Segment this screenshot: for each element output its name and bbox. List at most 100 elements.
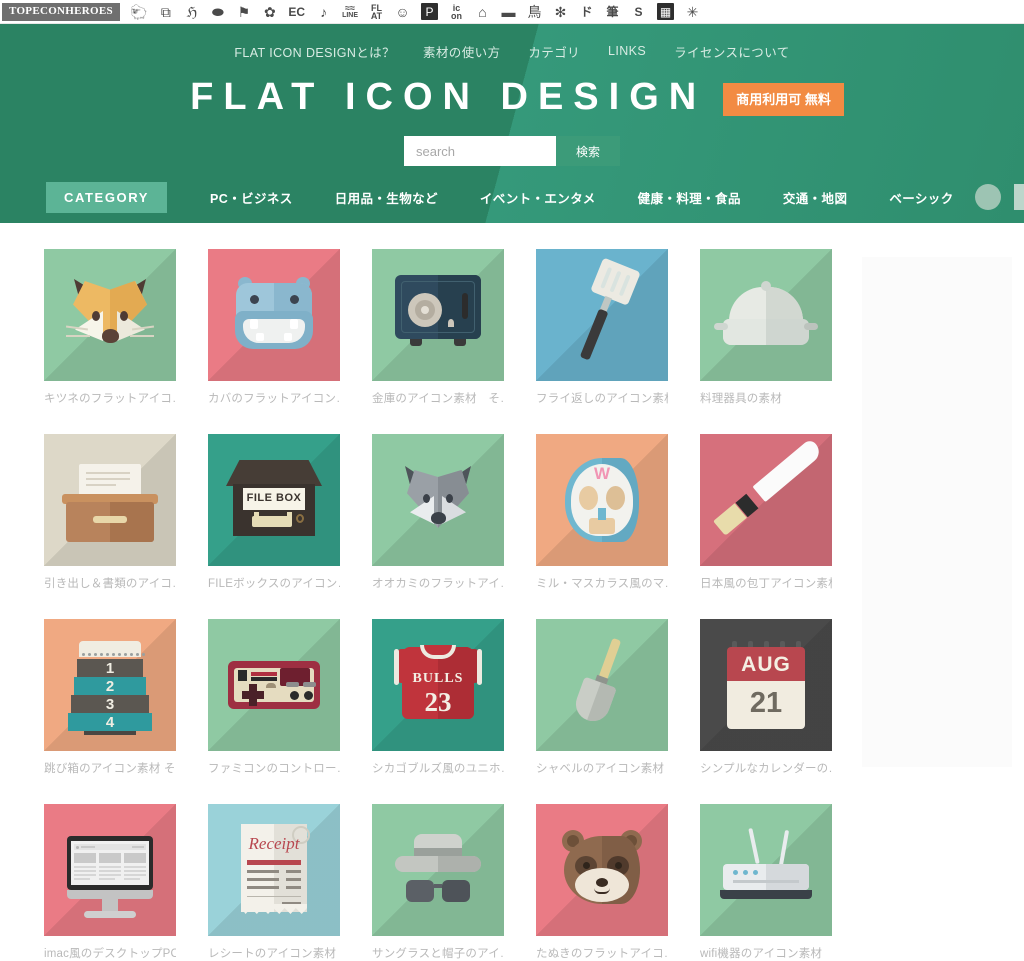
shovel-icon[interactable] <box>536 619 668 751</box>
category-item-transport-map[interactable]: 交通・地図 <box>783 188 848 207</box>
safe-icon[interactable] <box>372 249 504 381</box>
person-icon[interactable]: ℌ <box>184 2 199 21</box>
sparkle-icon[interactable]: ✳ <box>685 2 700 21</box>
circle-shape-filter[interactable] <box>974 184 1001 210</box>
ec-icon[interactable]: EC <box>288 2 305 21</box>
wifi-router-icon[interactable] <box>700 804 832 936</box>
cookware-icon[interactable] <box>700 249 832 381</box>
category-item-event[interactable]: イベント・エンタメ <box>480 188 596 207</box>
icon-caption: シンプルなカレンダーの… <box>700 763 832 775</box>
bird-icon[interactable]: 鳥 <box>527 2 542 21</box>
nav-item-license[interactable]: ライセンスについて <box>674 42 789 61</box>
icon-caption: 跳び箱のアイコン素材 そ… <box>44 763 176 775</box>
speech-bubble-icon[interactable]: ⬬ <box>210 2 225 21</box>
nav-item-links[interactable]: LINKS <box>608 44 646 58</box>
icon-card[interactable]: キツネのフラットアイコ… <box>44 249 176 406</box>
s-plus-icon[interactable]: S <box>631 2 646 21</box>
smiley-icon[interactable]: ☺ <box>395 2 410 21</box>
icon-caption: キツネのフラットアイコ… <box>44 393 176 405</box>
flat-icon[interactable]: FL AT <box>369 2 384 21</box>
icon-card[interactable]: カバのフラットアイコン… <box>208 249 340 406</box>
drawer-icon[interactable] <box>44 434 176 566</box>
hippo-icon[interactable] <box>208 249 340 381</box>
sidebar-placeholder <box>862 257 1012 767</box>
flower-icon[interactable]: ✿ <box>262 2 277 21</box>
flag-icon[interactable]: ⚑ <box>236 2 251 21</box>
icon-caption: imac風のデスクトップPC <box>44 948 176 960</box>
vaulting-box-icon[interactable]: 1 2 3 4 <box>44 619 176 751</box>
icon-card[interactable]: フライ返しのアイコン素材 <box>536 249 668 406</box>
icon-card[interactable]: 日本風の包丁アイコン素材 <box>700 434 832 591</box>
icon-grid: キツネのフラットアイコ… カバのフラットアイコン… 金庫のアイコン素材 そ… フ… <box>44 249 844 961</box>
icon-caption: レシートのアイコン素材 <box>208 948 337 960</box>
fox-icon[interactable] <box>44 249 176 381</box>
lucha-mask-icon[interactable]: W <box>536 434 668 566</box>
famicom-controller-icon[interactable] <box>208 619 340 751</box>
category-item-health-food[interactable]: 健康・料理・食品 <box>638 188 741 207</box>
file-box-icon[interactable]: FILE BOX <box>208 434 340 566</box>
icon-card[interactable]: シャベルのアイコン素材 <box>536 619 668 776</box>
icon-card[interactable]: BULLS 23 シカゴブルズ風のユニホ… <box>372 619 504 776</box>
icon-card[interactable]: W ミル・マスカラス風のマ… <box>536 434 668 591</box>
category-item-pc-business[interactable]: PC・ビジネス <box>210 188 293 207</box>
icon-caption: wifi機器のアイコン素材 <box>700 948 823 960</box>
music-note-icon[interactable]: ♪ <box>316 2 331 21</box>
imac-icon[interactable] <box>44 804 176 936</box>
nav-item-howto[interactable]: 素材の使い方 <box>423 42 500 61</box>
grid-icon[interactable]: ▦ <box>657 3 675 20</box>
icon-caption: ミル・マスカラス風のマ… <box>536 578 668 590</box>
sunglasses-hat-icon[interactable] <box>372 804 504 936</box>
icon-card[interactable]: 1 2 3 4 跳び箱のアイコン素材 そ… <box>44 619 176 776</box>
icon-card[interactable]: 料理器具の素材 <box>700 249 832 406</box>
icon-caption: 料理器具の素材 <box>700 393 782 405</box>
icon-card[interactable]: たぬきのフラットアイコ… <box>536 804 668 961</box>
knife-icon[interactable] <box>700 434 832 566</box>
icon-card[interactable]: サングラスと帽子のアイ… <box>372 804 504 961</box>
nav-item-category[interactable]: カテゴリ <box>528 42 580 61</box>
brush-icon[interactable]: 筆 <box>605 2 620 21</box>
category-item-daily-life[interactable]: 日用品・生物など <box>335 188 438 207</box>
icon-caption: 日本風の包丁アイコン素材 <box>700 578 832 590</box>
basketball-jersey-icon[interactable]: BULLS 23 <box>372 619 504 751</box>
icon-card[interactable]: wifi機器のアイコン素材 <box>700 804 832 961</box>
icon-card[interactable]: FILE BOX FILEボックスのアイコン… <box>208 434 340 591</box>
icon-caption: フライ返しのアイコン素材 <box>536 393 668 405</box>
topeconheroes-logo[interactable]: TOPECONHEROES <box>2 2 120 21</box>
category-pill: CATEGORY <box>46 181 168 213</box>
calendar-icon[interactable]: AUG 21 <box>700 619 832 751</box>
search-input[interactable] <box>403 136 556 166</box>
tanuki-icon[interactable] <box>536 804 668 936</box>
gear-flower-icon[interactable]: ✻ <box>553 2 568 21</box>
sheep-icon[interactable]: 🐑 <box>130 2 147 21</box>
icon-caption: 引き出し＆書類のアイコ… <box>44 578 176 590</box>
building-icon[interactable]: ⌂ <box>475 2 490 21</box>
wolf-icon[interactable] <box>372 434 504 566</box>
line-icon[interactable]: ≈≈ LINE <box>342 2 358 21</box>
commercial-free-badge: 商用利用可 無料 <box>723 82 844 116</box>
icon-caption: オオカミのフラットアイ… <box>372 578 504 590</box>
icon-card[interactable]: imac風のデスクトップPC <box>44 804 176 961</box>
square-shape-filter[interactable] <box>1013 184 1024 210</box>
icon-card[interactable]: ファミコンのコントロー… <box>208 619 340 776</box>
sofa-icon[interactable]: ▬ <box>501 2 516 21</box>
icon-caption: シカゴブルズ風のユニホ… <box>372 763 504 775</box>
receipt-icon[interactable]: Receipt <box>208 804 340 936</box>
icon-caption: FILEボックスのアイコン… <box>208 578 340 590</box>
parking-icon[interactable]: P <box>421 3 439 20</box>
katakana-do-icon[interactable]: ド <box>579 2 594 21</box>
icon-card[interactable]: AUG 21 シンプルなカレンダーの… <box>700 619 832 776</box>
ic-on-icon[interactable]: ic on <box>449 2 464 21</box>
icon-caption: サングラスと帽子のアイ… <box>372 948 504 960</box>
icon-card[interactable]: オオカミのフラットアイ… <box>372 434 504 591</box>
icon-card[interactable]: Receipt レシートのアイコン素材 <box>208 804 340 961</box>
nav-item-about[interactable]: FLAT ICON DESIGNとは？ <box>234 42 395 61</box>
search-button[interactable]: 検索 <box>555 136 620 166</box>
icon-card[interactable]: 金庫のアイコン素材 そ… <box>372 249 504 406</box>
copy-icon[interactable]: ⧉ <box>158 2 173 21</box>
spatula-icon[interactable] <box>536 249 668 381</box>
icon-card[interactable]: 引き出し＆書類のアイコ… <box>44 434 176 591</box>
icon-caption: カバのフラットアイコン… <box>208 393 340 405</box>
global-nav: FLAT ICON DESIGNとは？ 素材の使い方 カテゴリ LINKS ライ… <box>0 24 1024 64</box>
icon-caption: ファミコンのコントロー… <box>208 763 340 775</box>
category-item-basic[interactable]: ベーシック <box>889 188 953 207</box>
